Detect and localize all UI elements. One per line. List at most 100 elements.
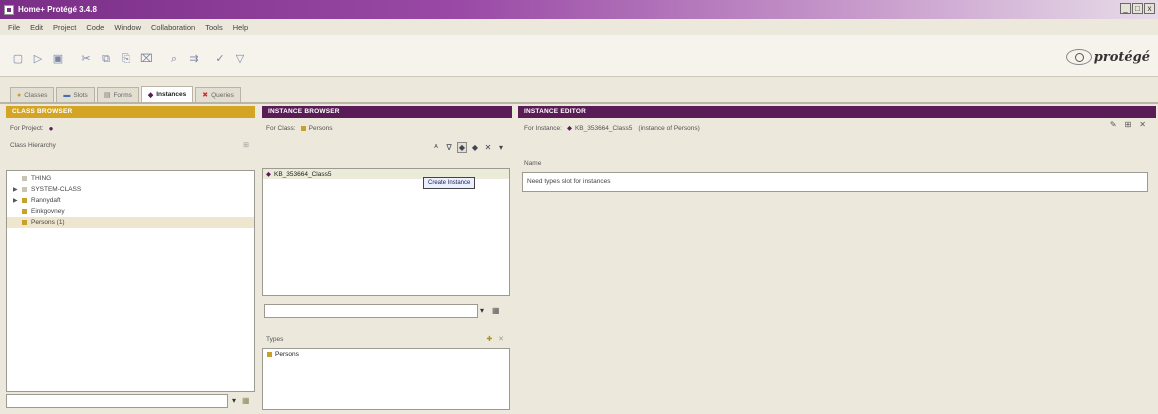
class-hierarchy-label: Class Hierarchy — [10, 141, 56, 149]
check-icon[interactable]: ✓ — [214, 53, 226, 65]
instance-editor-panel: INSTANCE EDITOR For Instance: ◆ KB_35366… — [518, 106, 1156, 412]
tree-item-rannydaft[interactable]: ▶ Rannydaft — [7, 195, 254, 206]
remove-type-icon[interactable]: ✕ — [498, 336, 504, 343]
for-class-row: For Class: Persons — [262, 118, 512, 138]
menu-collaboration[interactable]: Collaboration — [151, 23, 195, 32]
for-instance-value: KB_353664_Class5 — [574, 124, 633, 132]
toolbar: ▢ ▷ ▣ ✂ ⧉ ⎘ ⌧ ⌕ ⇉ ✓ ▽ protégé — [0, 35, 1158, 77]
menu-code[interactable]: Code — [86, 23, 104, 32]
instance-icon: ◆ — [566, 125, 572, 132]
class-browser-header: CLASS BROWSER — [6, 106, 255, 118]
class-tree: THING ▶ SYSTEM-CLASS ▶ Rannydaft Einkgov… — [6, 170, 255, 392]
new-icon[interactable]: ▢ — [12, 53, 24, 65]
close-button[interactable]: x — [1144, 3, 1155, 14]
class-icon — [22, 198, 27, 203]
name-field[interactable]: Need types slot for instances — [522, 172, 1148, 192]
save-icon[interactable]: ▣ — [52, 53, 64, 65]
class-icon — [300, 125, 306, 131]
class-hierarchy-row: Class Hierarchy ⊞ — [6, 138, 255, 152]
cut-icon[interactable]: ✂ — [80, 53, 92, 65]
instance-icon: ◆ — [266, 171, 271, 178]
types-label: Types — [266, 335, 284, 343]
for-project-label: For Project: — [10, 124, 44, 132]
find-icon[interactable]: ⌕ — [168, 53, 180, 65]
tree-item-persons[interactable]: Persons (1) — [7, 217, 254, 228]
more-options-icon[interactable]: ▾ — [496, 143, 506, 152]
edit-icon[interactable]: ✎ — [1110, 120, 1117, 129]
types-row: Types ✚ ✕ — [262, 332, 510, 346]
class-icon — [22, 176, 27, 181]
menu-file[interactable]: File — [8, 23, 20, 32]
delete-instance-icon[interactable]: ✕ — [483, 143, 493, 152]
form-icon: ▤ — [103, 92, 111, 99]
merge-icon[interactable]: ⇉ — [188, 53, 200, 65]
for-project-row: For Project: ● — [6, 118, 255, 138]
title-bar: Home+ Protégé 3.4.8 _ □ x — [0, 0, 1158, 19]
filter-instances-icon[interactable]: ∇ — [444, 143, 454, 152]
tab-bar: ● Classes ▬ Slots ▤ Forms ◆ Instances ✖ … — [0, 86, 241, 102]
tab-forms[interactable]: ▤ Forms — [96, 87, 139, 102]
name-field-row: Name — [518, 156, 1156, 170]
app-icon — [4, 4, 14, 15]
tree-expander[interactable]: ▶ — [13, 186, 19, 193]
for-instance-label: For Instance: — [524, 124, 562, 132]
tab-label: Slots — [73, 91, 88, 99]
class-icon — [22, 209, 27, 214]
menu-project[interactable]: Project — [53, 23, 76, 32]
instance-of-text: (instance of Persons) — [638, 124, 700, 132]
logo-text: protégé — [1093, 49, 1150, 65]
minimize-button[interactable]: _ — [1120, 3, 1131, 14]
menu-help[interactable]: Help — [233, 23, 248, 32]
for-class-value: Persons — [308, 124, 333, 132]
instance-toolbar: ᴬ ∇ ◆ ◆ ✕ ▾ — [262, 138, 512, 156]
project-icon: ● — [48, 123, 54, 133]
copy-icon[interactable]: ⧉ — [100, 53, 112, 65]
for-instance-row: For Instance: ◆ KB_353664_Class5 (instan… — [518, 118, 1156, 138]
maximize-button[interactable]: □ — [1132, 3, 1143, 14]
instance-search-input[interactable] — [264, 304, 478, 318]
types-actions: ✚ ✕ — [486, 335, 504, 343]
menu-edit[interactable]: Edit — [30, 23, 43, 32]
tree-item-system-class[interactable]: ▶ SYSTEM-CLASS — [7, 184, 254, 195]
instance-search-icon[interactable]: ▦ — [492, 306, 500, 315]
hierarchy-options-icon[interactable]: ⊞ — [243, 141, 249, 149]
open-icon[interactable]: ▷ — [32, 53, 44, 65]
settings-icon[interactable]: ⊞ — [1125, 120, 1132, 129]
slot-icon: ▬ — [63, 91, 71, 99]
tree-item-einkgovney[interactable]: Einkgovney — [7, 206, 254, 217]
tab-label: Classes — [24, 91, 48, 99]
instance-browser-header: INSTANCE BROWSER — [262, 106, 512, 118]
name-label: Name — [524, 159, 542, 167]
class-search-icon[interactable]: ▦ — [242, 396, 250, 405]
create-instance-button[interactable]: ◆ — [457, 141, 467, 153]
filter-icon[interactable]: ▽ — [234, 53, 246, 65]
tree-item-thing[interactable]: THING — [7, 173, 254, 184]
class-icon — [22, 187, 27, 192]
instance-icon[interactable]: ◆ — [470, 143, 480, 152]
types-list: Persons — [262, 348, 510, 410]
class-icon: ● — [17, 91, 22, 99]
view-reference-icon[interactable]: ᴬ — [431, 143, 441, 152]
menu-bar: File Edit Project Code Window Collaborat… — [0, 19, 1158, 35]
add-type-icon[interactable]: ✚ — [486, 336, 492, 343]
list-item[interactable]: Persons — [267, 351, 505, 358]
delete-icon[interactable]: ⌧ — [140, 53, 153, 65]
close-editor-icon[interactable]: ✕ — [1139, 120, 1146, 129]
paste-icon[interactable]: ⎘ — [120, 53, 132, 65]
menu-tools[interactable]: Tools — [205, 23, 223, 32]
tab-queries[interactable]: ✖ Queries — [195, 87, 241, 102]
window-title: Home+ Protégé 3.4.8 — [18, 5, 97, 14]
instance-browser-panel: INSTANCE BROWSER For Class: Persons ᴬ ∇ … — [262, 106, 512, 412]
tab-classes[interactable]: ● Classes — [10, 87, 55, 102]
class-search-input[interactable] — [6, 394, 228, 408]
instance-search-dropdown-icon[interactable]: ▾ — [480, 306, 484, 315]
tree-expander[interactable]: ▶ — [13, 197, 19, 204]
class-browser-panel: CLASS BROWSER For Project: ● Class Hiera… — [6, 106, 255, 412]
tab-instances[interactable]: ◆ Instances — [140, 86, 194, 102]
query-icon: ✖ — [202, 92, 209, 99]
class-search-dropdown-icon[interactable]: ▾ — [232, 396, 236, 405]
tab-slots[interactable]: ▬ Slots — [56, 87, 95, 102]
class-icon — [267, 352, 272, 357]
menu-window[interactable]: Window — [114, 23, 141, 32]
tab-label: Queries — [211, 91, 234, 99]
